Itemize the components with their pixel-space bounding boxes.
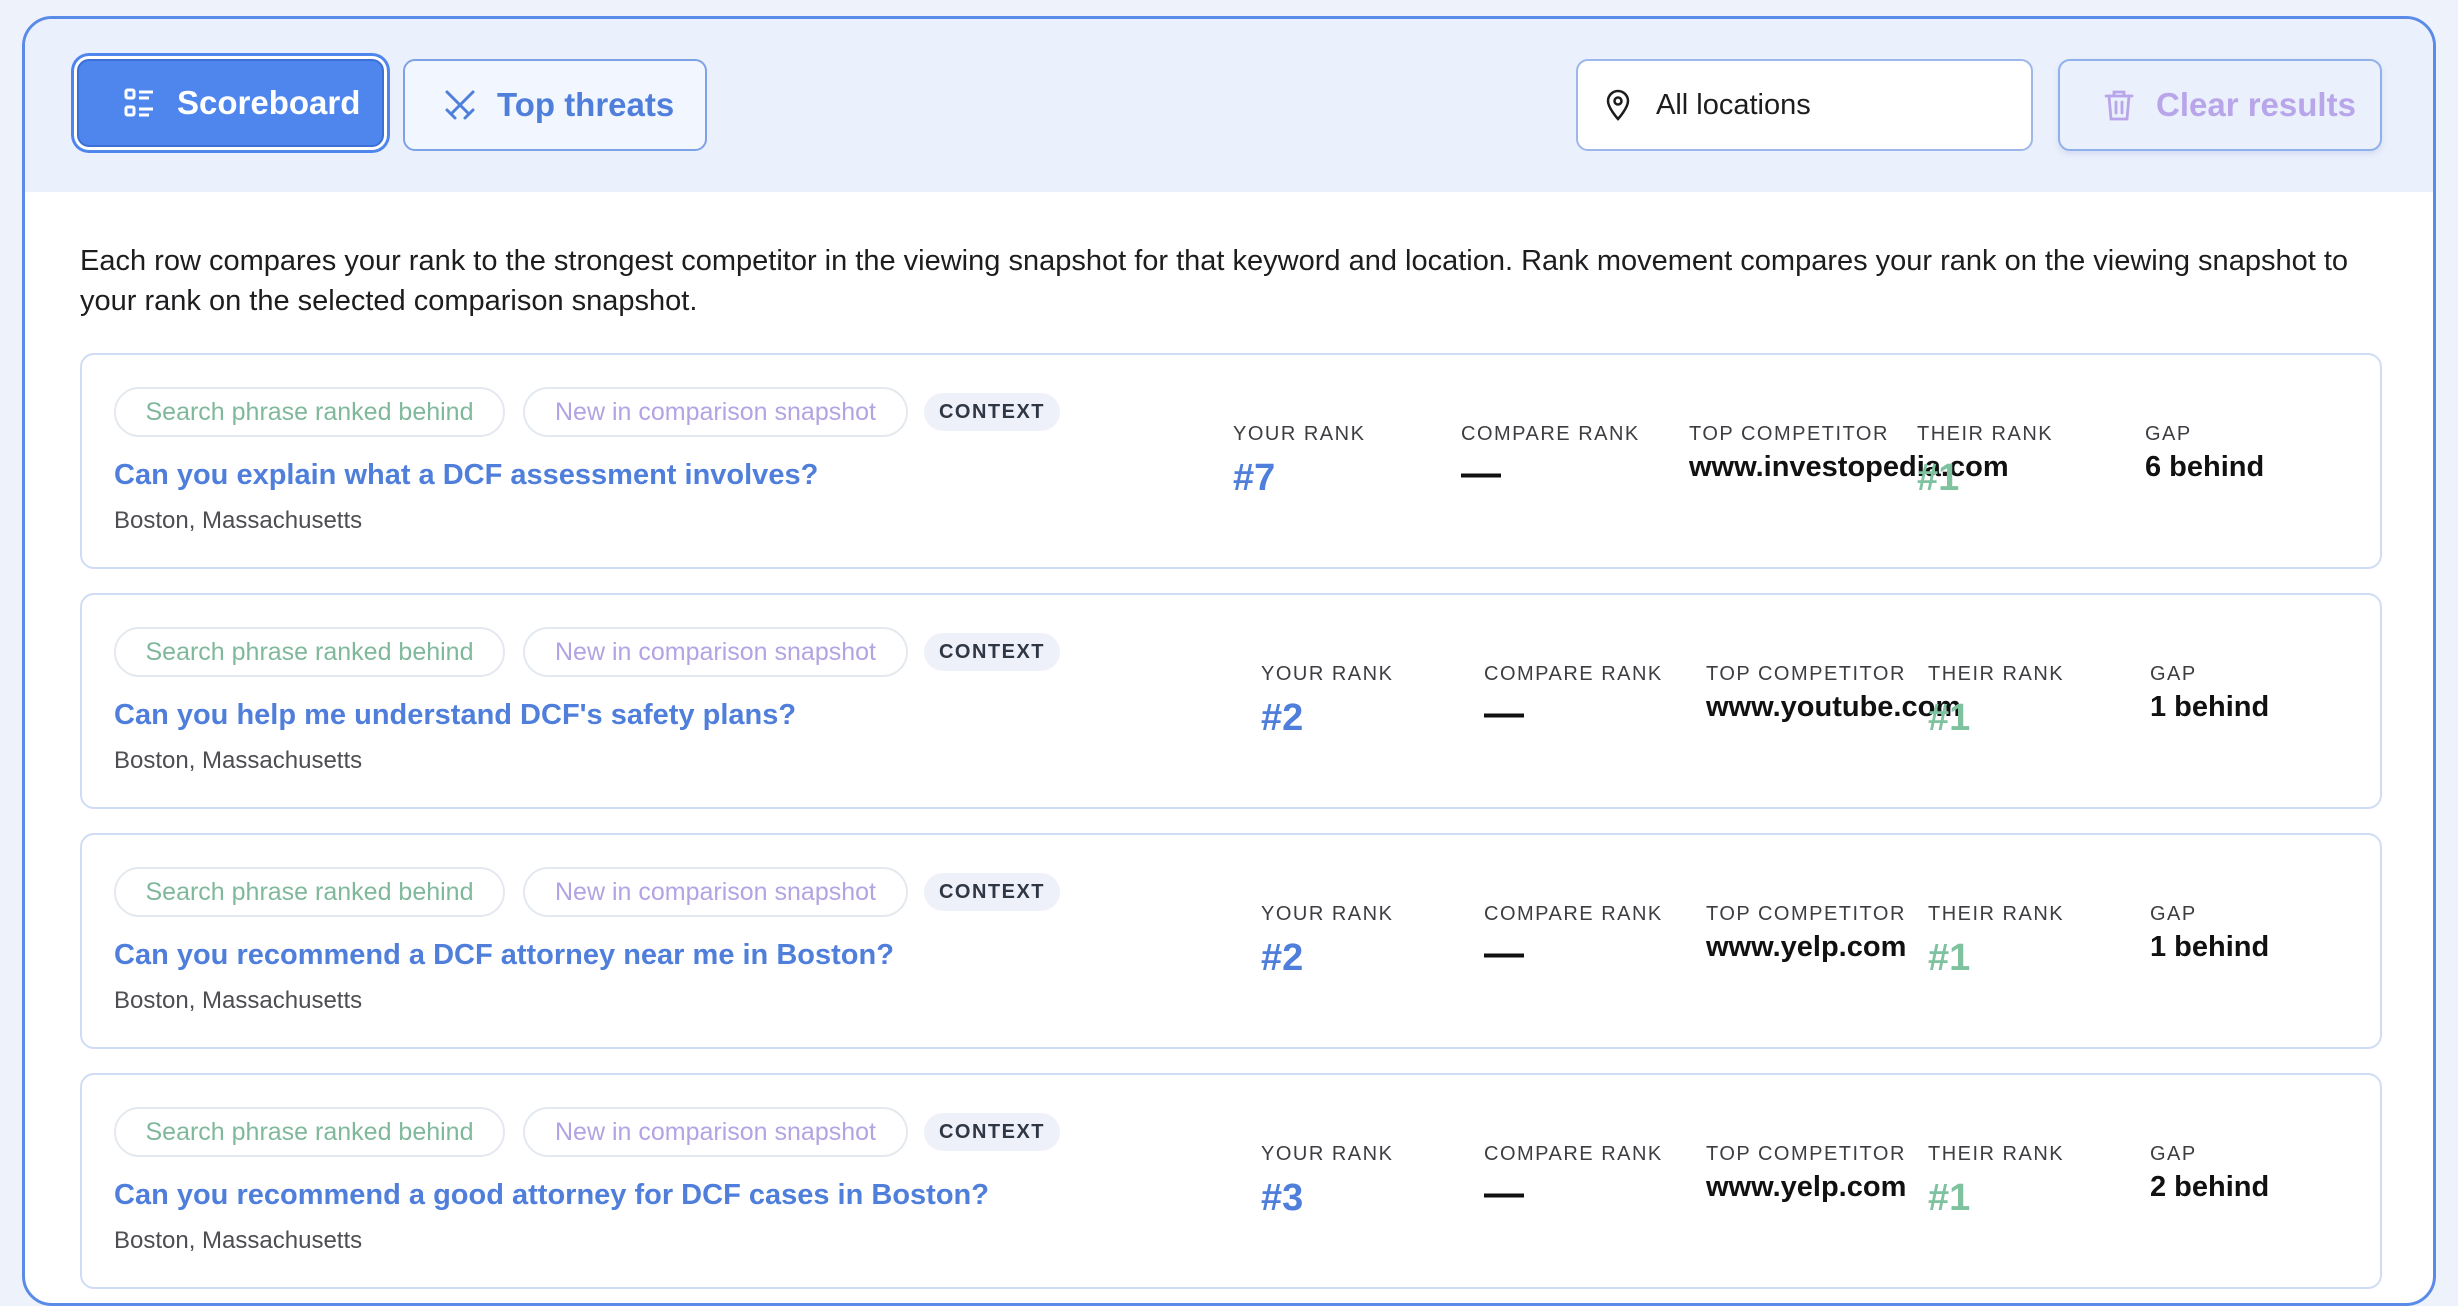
your-rank-value: #2 [1261,937,1304,979]
keyword-location: Boston, Massachusetts [114,747,363,774]
their-rank-label: THEIR RANK [1928,1143,2065,1165]
clear-results-label: Clear results [2156,86,2356,123]
new-in-comparison-chip: New in comparison snapshot [523,1107,908,1157]
compare-rank-value: — [1484,931,1524,975]
keyword-question-link[interactable]: Can you explain what a DCF assessment in… [114,459,818,492]
gap-label: GAP [2145,423,2192,445]
keyword-row: Search phrase ranked behind New in compa… [80,833,2382,1049]
their-rank-label: THEIR RANK [1917,423,2054,445]
list-icon [123,86,157,120]
gap-value: 1 behind [2150,931,2270,963]
new-in-comparison-chip: New in comparison snapshot [523,387,908,437]
their-rank-value: #1 [1928,937,1971,979]
context-badge[interactable]: CONTEXT [924,873,1060,911]
your-rank-label: YOUR RANK [1233,423,1366,445]
top-threats-label: Top threats [497,86,675,123]
new-in-comparison-chip: New in comparison snapshot [523,867,908,917]
keyword-question-link[interactable]: Can you recommend a DCF attorney near me… [114,939,894,972]
compare-rank-label: COMPARE RANK [1484,1143,1663,1165]
scoreboard-description: Each row compares your rank to the stron… [80,245,2349,317]
ranked-behind-chip: Search phrase ranked behind [114,387,505,437]
location-value: All locations [1656,88,1811,121]
scoreboard-tab-button[interactable]: Scoreboard [77,59,384,147]
top-competitor-value: www.yelp.com [1706,931,1907,963]
context-badge[interactable]: CONTEXT [924,393,1060,431]
clear-results-button[interactable]: Clear results [2058,59,2382,151]
your-rank-value: #3 [1261,1177,1304,1219]
keyword-row: Search phrase ranked behind New in compa… [80,353,2382,569]
your-rank-label: YOUR RANK [1261,903,1394,925]
their-rank-value: #1 [1928,1177,1971,1219]
top-competitor-value: www.youtube.com [1706,691,1962,723]
compare-rank-label: COMPARE RANK [1484,903,1663,925]
top-competitor-value: www.yelp.com [1706,1171,1907,1203]
their-rank-label: THEIR RANK [1928,663,2065,685]
keyword-location: Boston, Massachusetts [114,1227,363,1254]
top-competitor-label: TOP COMPETITOR [1689,423,1889,445]
their-rank-value: #1 [1917,457,1960,499]
gap-value: 1 behind [2150,691,2270,723]
your-rank-value: #2 [1261,697,1304,739]
trash-icon [2102,88,2136,122]
top-competitor-value: www.investopedia.com [1689,451,2009,483]
gap-label: GAP [2150,903,2197,925]
compare-rank-label: COMPARE RANK [1461,423,1640,445]
location-select[interactable]: All locations [1576,59,2033,151]
keyword-location: Boston, Massachusetts [114,987,363,1014]
keyword-row: Search phrase ranked behind New in compa… [80,1073,2382,1289]
compare-rank-value: — [1461,451,1501,495]
top-competitor-label: TOP COMPETITOR [1706,663,1906,685]
your-rank-value: #7 [1233,457,1276,499]
ranked-behind-chip: Search phrase ranked behind [114,867,505,917]
top-threats-tab-button[interactable]: Top threats [403,59,707,151]
gap-value: 2 behind [2150,1171,2270,1203]
gap-value: 6 behind [2145,451,2265,483]
compare-rank-value: — [1484,691,1524,735]
compare-rank-label: COMPARE RANK [1484,663,1663,685]
context-badge[interactable]: CONTEXT [924,633,1060,671]
keyword-location: Boston, Massachusetts [114,507,363,534]
new-in-comparison-chip: New in comparison snapshot [523,627,908,677]
gap-label: GAP [2150,1143,2197,1165]
toolbar: Scoreboard Top threats All locations Cle… [25,19,2433,192]
context-badge[interactable]: CONTEXT [924,1113,1060,1151]
gap-label: GAP [2150,663,2197,685]
map-pin-icon [1602,89,1634,121]
their-rank-value: #1 [1928,697,1971,739]
keyword-question-link[interactable]: Can you recommend a good attorney for DC… [114,1179,989,1212]
top-competitor-label: TOP COMPETITOR [1706,1143,1906,1165]
their-rank-label: THEIR RANK [1928,903,2065,925]
keyword-question-link[interactable]: Can you help me understand DCF's safety … [114,699,796,732]
keyword-row: Search phrase ranked behind New in compa… [80,593,2382,809]
your-rank-label: YOUR RANK [1261,1143,1394,1165]
top-competitor-label: TOP COMPETITOR [1706,903,1906,925]
your-rank-label: YOUR RANK [1261,663,1394,685]
ranked-behind-chip: Search phrase ranked behind [114,627,505,677]
scoreboard-panel: Scoreboard Top threats All locations Cle… [22,16,2436,1306]
ranked-behind-chip: Search phrase ranked behind [114,1107,505,1157]
scoreboard-label: Scoreboard [177,84,361,121]
crossed-swords-icon [443,88,477,122]
compare-rank-value: — [1484,1171,1524,1215]
